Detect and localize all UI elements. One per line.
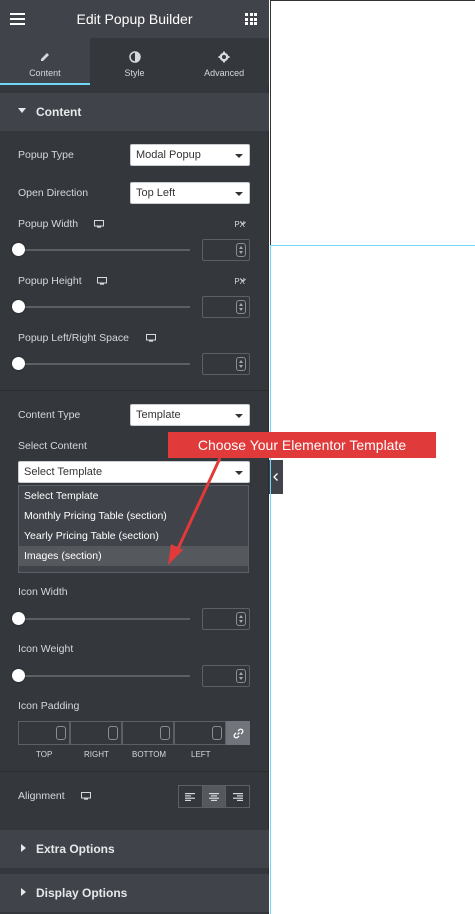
monitor-icon[interactable]	[146, 334, 156, 342]
padding-bottom-input[interactable]	[122, 721, 174, 745]
stepper-icon[interactable]	[236, 357, 246, 371]
popup-height-slider-handle[interactable]	[12, 300, 25, 313]
padding-right-input[interactable]	[70, 721, 122, 745]
caret-down-icon	[18, 108, 26, 113]
open-direction-value: Top Left	[136, 187, 176, 199]
panel-title: Edit Popup Builder	[76, 11, 193, 27]
caret-right-icon	[21, 888, 26, 896]
chevron-down-icon	[235, 192, 243, 196]
panel-tabs: Content Style Advanced	[0, 38, 269, 85]
icon-weight-label: Icon Weight	[18, 643, 74, 655]
annotation-arrow-icon	[168, 457, 222, 565]
half-circle-icon	[90, 46, 180, 68]
chevron-down-icon	[240, 278, 246, 283]
alignment-control	[178, 785, 250, 808]
content-type-label: Content Type	[18, 409, 81, 421]
chevron-down-icon	[240, 221, 246, 226]
tab-style-label: Style	[124, 68, 145, 78]
open-direction-label: Open Direction	[18, 187, 89, 199]
alignment-label: Alignment	[18, 790, 65, 802]
section-display-options-header[interactable]: Display Options	[0, 874, 269, 912]
content-type-select[interactable]: Template	[130, 404, 250, 426]
divider	[0, 390, 269, 391]
top-bar: Edit Popup Builder	[0, 0, 269, 38]
divider	[0, 771, 269, 772]
chevron-left-icon	[273, 473, 278, 481]
gear-icon	[179, 46, 269, 68]
pencil-icon	[0, 46, 90, 68]
popup-type-value: Modal Popup	[136, 149, 201, 161]
padding-top-input[interactable]	[18, 721, 70, 745]
icon-weight-slider-handle[interactable]	[12, 669, 25, 682]
section-content-title: Content	[36, 105, 82, 119]
padding-left-input[interactable]	[174, 721, 226, 745]
popup-space-input[interactable]	[202, 353, 250, 375]
tab-advanced-label: Advanced	[204, 68, 245, 78]
tab-style[interactable]: Style	[90, 38, 180, 85]
icon-weight-slider-track[interactable]	[18, 675, 190, 677]
icon-weight-input[interactable]	[202, 665, 250, 687]
icon-width-slider-track[interactable]	[18, 618, 190, 620]
monitor-icon[interactable]	[94, 220, 104, 228]
icon-padding-label: Icon Padding	[18, 700, 80, 712]
popup-width-slider-track[interactable]	[18, 249, 190, 251]
popup-space-label: Popup Left/Right Space	[18, 332, 129, 344]
stepper-icon[interactable]	[160, 726, 170, 740]
section-extra-options-title: Extra Options	[36, 842, 115, 856]
section-extra-options-header[interactable]: Extra Options	[0, 830, 269, 868]
stepper-icon[interactable]	[108, 726, 118, 740]
popup-space-slider-handle[interactable]	[12, 357, 25, 370]
collapse-panel-button[interactable]	[269, 460, 283, 494]
popup-type-select[interactable]: Modal Popup	[130, 144, 250, 166]
icon-width-label: Icon Width	[18, 586, 68, 598]
padding-left-caption: LEFT	[191, 750, 211, 759]
preview-guide-line	[270, 245, 271, 914]
popup-width-input[interactable]	[202, 239, 250, 261]
content-type-value: Template	[136, 409, 181, 421]
open-direction-select[interactable]: Top Left	[130, 182, 250, 204]
preview-frame-line	[270, 0, 271, 245]
link-values-icon[interactable]	[226, 721, 250, 745]
stepper-icon[interactable]	[56, 726, 66, 740]
tab-content-label: Content	[29, 68, 61, 78]
monitor-icon[interactable]	[81, 792, 91, 800]
padding-right-caption: RIGHT	[84, 750, 109, 759]
icon-padding-inputs	[18, 721, 250, 745]
popup-width-slider-handle[interactable]	[12, 243, 25, 256]
tab-advanced[interactable]: Advanced	[179, 38, 269, 85]
stepper-icon[interactable]	[212, 726, 222, 740]
icon-width-input[interactable]	[202, 608, 250, 630]
stepper-icon[interactable]	[236, 243, 246, 257]
popup-width-label: Popup Width	[18, 218, 79, 230]
stepper-icon[interactable]	[236, 612, 246, 626]
icon-width-slider-handle[interactable]	[12, 612, 25, 625]
align-right-icon[interactable]	[226, 786, 249, 807]
section-display-options-title: Display Options	[36, 886, 128, 900]
popup-type-label: Popup Type	[18, 149, 74, 161]
padding-bottom-caption: BOTTOM	[132, 750, 167, 759]
padding-top-caption: TOP	[36, 750, 53, 759]
popup-height-slider-track[interactable]	[18, 306, 190, 308]
caret-right-icon	[21, 844, 26, 852]
popup-height-label: Popup Height	[18, 275, 82, 287]
preview-guide-line	[270, 245, 475, 246]
align-center-icon[interactable]	[202, 786, 227, 807]
stepper-icon[interactable]	[236, 669, 246, 683]
align-left-icon[interactable]	[179, 786, 203, 807]
tab-content[interactable]: Content	[0, 38, 90, 85]
popup-space-slider-track[interactable]	[18, 363, 190, 365]
chevron-down-icon	[235, 471, 243, 475]
select-content-value: Select Template	[24, 466, 103, 478]
preview-frame-line	[270, 0, 475, 1]
popup-height-input[interactable]	[202, 296, 250, 318]
select-content-label: Select Content	[18, 440, 87, 452]
stepper-icon[interactable]	[236, 300, 246, 314]
chevron-down-icon	[235, 154, 243, 158]
section-content-header[interactable]: Content	[0, 93, 269, 131]
widgets-grid-icon[interactable]	[245, 13, 257, 25]
monitor-icon[interactable]	[97, 277, 107, 285]
chevron-down-icon	[235, 414, 243, 418]
